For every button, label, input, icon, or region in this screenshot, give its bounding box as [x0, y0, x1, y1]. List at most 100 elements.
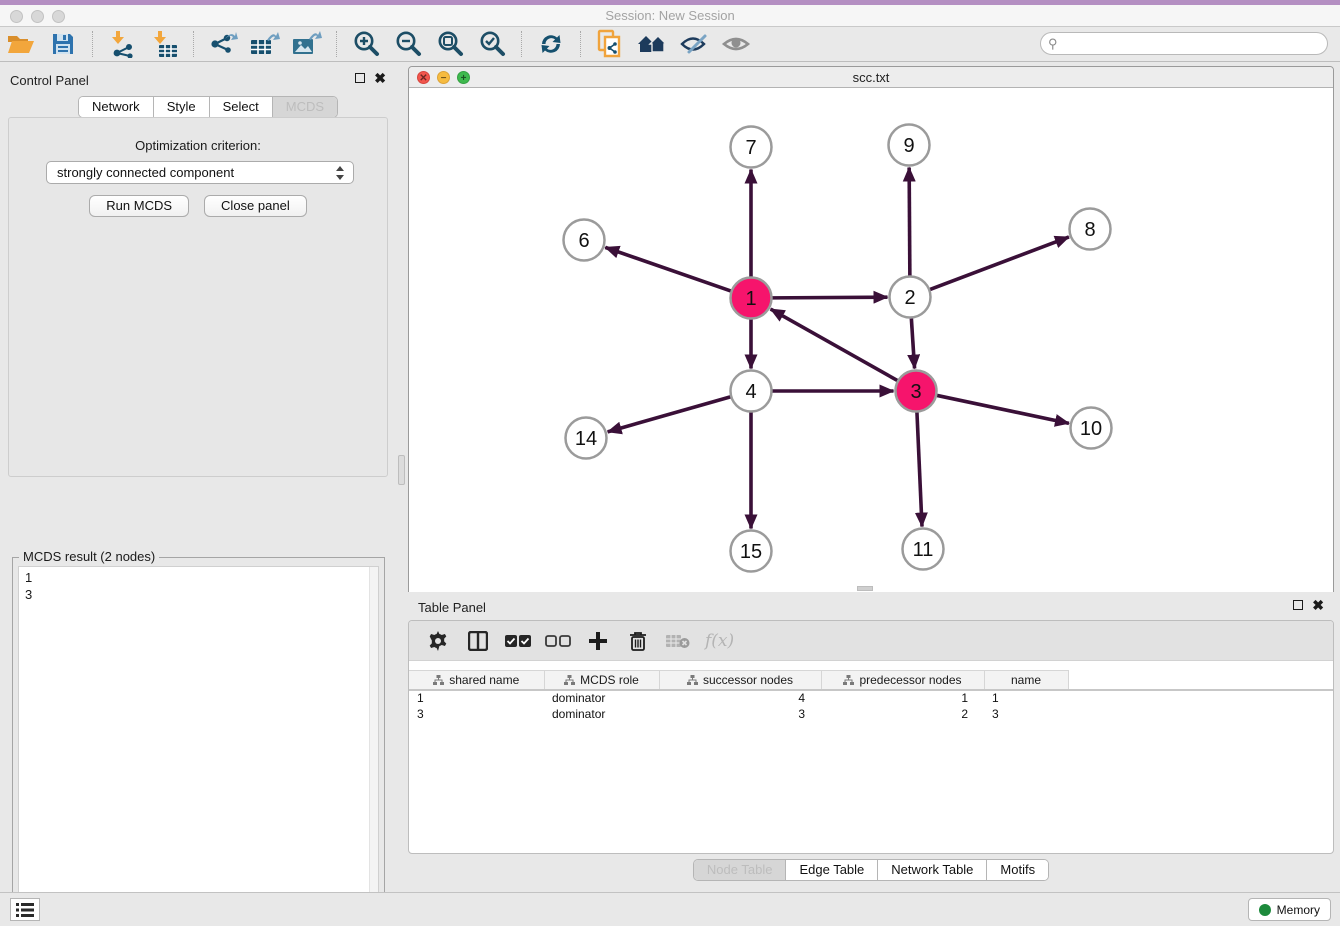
delete-column-button[interactable]	[623, 627, 653, 655]
export-network-icon	[208, 30, 238, 58]
column-visibility-button[interactable]	[463, 627, 493, 655]
cell-successor-nodes[interactable]: 3	[659, 706, 821, 722]
export-image-icon	[291, 30, 323, 58]
cell-mcds-role[interactable]: dominator	[544, 706, 659, 722]
mcds-result-textarea[interactable]: 1 3	[18, 566, 379, 926]
zoom-fit-button[interactable]	[433, 29, 467, 59]
cell-name[interactable]: 3	[984, 706, 1068, 722]
plus-icon	[588, 631, 608, 651]
tab-edge-table[interactable]: Edge Table	[786, 860, 878, 880]
add-column-button[interactable]	[583, 627, 613, 655]
zoom-selected-button[interactable]	[475, 29, 509, 59]
table-panel: Table Panel ✖	[408, 596, 1334, 888]
cell-shared-name[interactable]: 1	[409, 690, 544, 706]
mcds-result-scrollbar[interactable]	[369, 567, 378, 925]
float-table-panel-icon[interactable]	[1293, 600, 1303, 610]
refresh-view-button[interactable]	[534, 29, 568, 59]
tab-select[interactable]: Select	[210, 97, 273, 117]
control-panel: Control Panel ✖ Network Style Select MCD…	[0, 63, 396, 892]
cell-shared-name[interactable]: 3	[409, 706, 544, 722]
toolbar-separator	[521, 31, 522, 57]
graph-node-label-10: 10	[1080, 418, 1102, 440]
float-panel-icon[interactable]	[355, 73, 365, 83]
select-all-rows-button[interactable]	[503, 627, 533, 655]
tab-mcds[interactable]: MCDS	[273, 97, 337, 117]
graph-edge-3-1[interactable]	[771, 309, 898, 380]
graph-edge-4-14[interactable]	[608, 397, 731, 432]
close-panel-icon[interactable]: ✖	[374, 73, 386, 83]
control-panel-tabs: Network Style Select MCDS	[78, 96, 338, 118]
panel-splitter[interactable]	[397, 63, 408, 892]
col-mcds-role[interactable]: MCDS role	[544, 671, 659, 690]
save-session-button[interactable]	[46, 29, 80, 59]
task-history-button[interactable]	[10, 898, 40, 921]
cell-mcds-role[interactable]: dominator	[544, 690, 659, 706]
import-table-icon	[150, 30, 178, 58]
optimization-criterion-select[interactable]: strongly connected component	[46, 161, 354, 184]
graph-node-label-11: 11	[913, 539, 934, 561]
network-window-titlebar[interactable]: ✕ − + scc.txt	[409, 67, 1333, 88]
export-network-button[interactable]	[206, 29, 240, 59]
table-row[interactable]: 3 dominator 3 2 3	[409, 706, 1333, 722]
graph-node-label-6: 6	[578, 230, 589, 252]
tab-node-table[interactable]: Node Table	[694, 860, 787, 880]
zoom-in-button[interactable]	[349, 29, 383, 59]
network-canvas[interactable]: 7968124314101511	[409, 88, 1333, 592]
col-shared-name[interactable]: shared name	[409, 671, 544, 690]
graph-edge-2-9[interactable]	[909, 167, 910, 275]
tab-network-table[interactable]: Network Table	[878, 860, 987, 880]
checked-boxes-icon	[505, 634, 531, 648]
canvas-scrollbar-nub[interactable]	[857, 586, 873, 591]
col-name[interactable]: name	[984, 671, 1068, 690]
node-table: shared name MCDS role successor nodes pr…	[409, 670, 1333, 722]
show-all-button[interactable]	[719, 29, 753, 59]
col-successor-nodes[interactable]: successor nodes	[659, 671, 821, 690]
apply-function-button[interactable]: f(x)	[703, 627, 734, 655]
memory-button[interactable]: Memory	[1248, 898, 1331, 921]
network-graph[interactable]: 7968124314101511	[409, 88, 1333, 592]
eye-slash-icon	[679, 32, 709, 56]
network-view-window: ✕ − + scc.txt 7968124314101511	[408, 66, 1334, 592]
first-neighbors-button[interactable]	[635, 29, 669, 59]
tab-motifs[interactable]: Motifs	[987, 860, 1048, 880]
cell-name[interactable]: 1	[984, 690, 1068, 706]
table-header-row: shared name MCDS role successor nodes pr…	[409, 671, 1333, 690]
close-table-panel-icon[interactable]: ✖	[1312, 600, 1324, 610]
graph-node-label-15: 15	[740, 541, 762, 563]
cell-successor-nodes[interactable]: 4	[659, 690, 821, 706]
graph-edge-3-11[interactable]	[917, 412, 922, 526]
graph-edge-1-2[interactable]	[772, 297, 887, 298]
import-table-button[interactable]	[147, 29, 181, 59]
houses-icon	[636, 32, 668, 56]
graph-edge-2-8[interactable]	[930, 237, 1069, 289]
toolbar-separator	[336, 31, 337, 57]
delete-table-button[interactable]	[663, 627, 693, 655]
hide-selected-button[interactable]	[677, 29, 711, 59]
cell-predecessor-nodes[interactable]: 2	[821, 706, 984, 722]
copy-network-button[interactable]	[593, 29, 627, 59]
search-input[interactable]	[1040, 32, 1328, 55]
refresh-icon	[538, 31, 564, 57]
column-type-icon	[843, 675, 854, 685]
gear-icon	[428, 631, 448, 651]
deselect-all-rows-button[interactable]	[543, 627, 573, 655]
splitter-handle[interactable]	[398, 455, 405, 485]
graph-edge-3-10[interactable]	[937, 395, 1069, 423]
cell-predecessor-nodes[interactable]: 1	[821, 690, 984, 706]
export-image-button[interactable]	[290, 29, 324, 59]
tab-style[interactable]: Style	[154, 97, 210, 117]
export-table-button[interactable]	[248, 29, 282, 59]
import-network-button[interactable]	[105, 29, 139, 59]
tab-network[interactable]: Network	[79, 97, 154, 117]
graph-node-label-9: 9	[903, 135, 914, 157]
open-session-button[interactable]	[4, 29, 38, 59]
close-panel-button[interactable]: Close panel	[204, 195, 307, 217]
graph-edge-2-3[interactable]	[911, 318, 914, 368]
graph-edge-1-6[interactable]	[605, 247, 730, 291]
table-row[interactable]: 1 dominator 4 1 1	[409, 690, 1333, 706]
col-predecessor-nodes[interactable]: predecessor nodes	[821, 671, 984, 690]
run-mcds-button[interactable]: Run MCDS	[89, 195, 189, 217]
zoom-out-button[interactable]	[391, 29, 425, 59]
trash-icon	[629, 631, 647, 651]
table-options-gear-button[interactable]	[423, 627, 453, 655]
